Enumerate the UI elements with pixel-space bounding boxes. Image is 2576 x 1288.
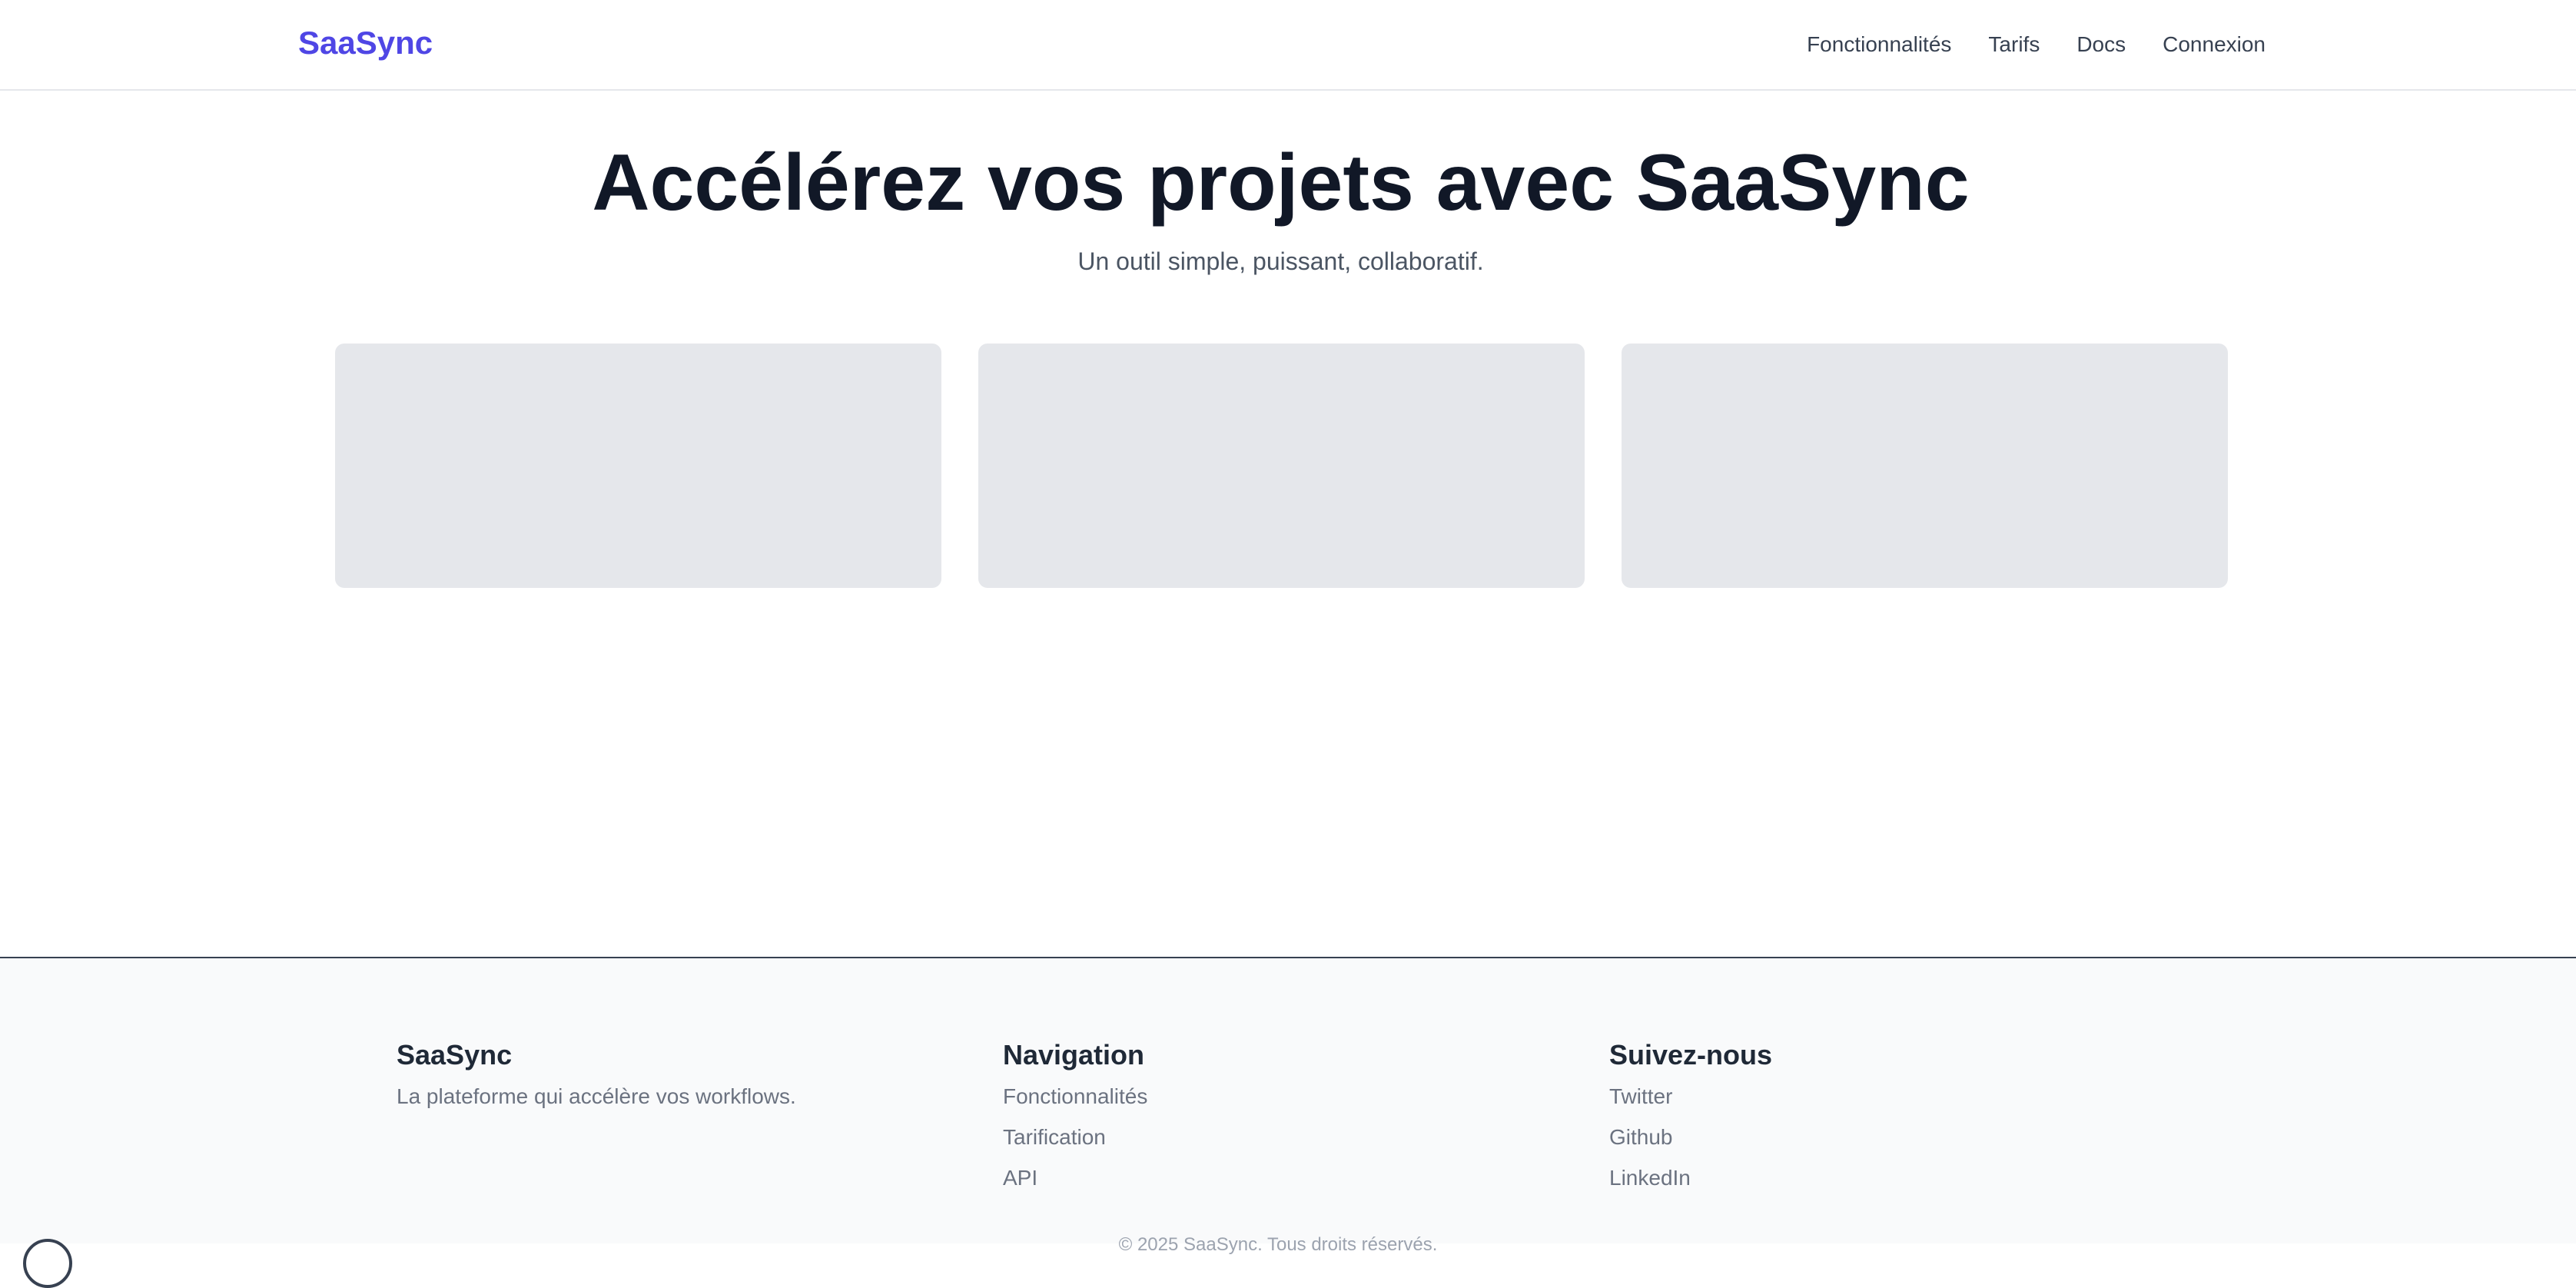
- list-item: Twitter: [1609, 1083, 1772, 1114]
- feature-card-placeholder: [1622, 344, 2228, 588]
- floating-widget-icon[interactable]: [23, 1239, 72, 1288]
- list-item: LinkedIn: [1609, 1164, 1772, 1196]
- footer-link-api[interactable]: API: [1003, 1166, 1037, 1190]
- nav-link-pricing[interactable]: Tarifs: [1988, 31, 2040, 58]
- footer-copyright: © 2025 SaaSync. Tous droits réservés.: [1118, 1234, 1438, 1255]
- footer-about-description: La plateforme qui accélère vos workflows…: [397, 1084, 796, 1108]
- feature-cards: [335, 344, 2228, 588]
- hero-subtitle: Un outil simple, puissant, collaboratif.: [1077, 247, 1484, 275]
- site-footer: SaaSync La plateforme qui accélère vos w…: [0, 957, 2576, 1255]
- list-item: Fonctionnalités: [1003, 1083, 1147, 1114]
- footer-social-list: Twitter Github LinkedIn: [1609, 1083, 1772, 1196]
- footer-navigation-title: Navigation: [1003, 1039, 1145, 1071]
- feature-card-placeholder: [978, 344, 1585, 588]
- main-nav: Fonctionnalités Tarifs Docs Connexion: [1807, 31, 2266, 58]
- footer-social-column: Suivez-nous Twitter Github LinkedIn: [1609, 1038, 1772, 1205]
- footer-navigation-column: Navigation Fonctionnalités Tarification …: [1003, 1038, 1147, 1205]
- feature-card-placeholder: [335, 344, 941, 588]
- list-item: API: [1003, 1164, 1147, 1196]
- footer-navigation-list: Fonctionnalités Tarification API: [1003, 1083, 1147, 1196]
- footer-link-linkedin[interactable]: LinkedIn: [1609, 1166, 1691, 1190]
- footer-link-twitter[interactable]: Twitter: [1609, 1084, 1672, 1108]
- footer-social-title: Suivez-nous: [1609, 1039, 1773, 1071]
- footer-about-title: SaaSync: [397, 1039, 513, 1071]
- hero-title: Accélérez vos projets avec SaaSync: [592, 138, 1970, 227]
- footer-link-pricing[interactable]: Tarification: [1003, 1125, 1106, 1149]
- footer-about-column: SaaSync La plateforme qui accélère vos w…: [397, 1038, 796, 1110]
- top-header: SaaSync Fonctionnalités Tarifs Docs Conn…: [0, 0, 2576, 91]
- list-item: Github: [1609, 1124, 1772, 1155]
- nav-link-features[interactable]: Fonctionnalités: [1807, 31, 1951, 58]
- list-item: Tarification: [1003, 1124, 1147, 1155]
- footer-link-features[interactable]: Fonctionnalités: [1003, 1084, 1147, 1108]
- nav-link-login[interactable]: Connexion: [2163, 31, 2266, 58]
- nav-link-docs[interactable]: Docs: [2076, 31, 2126, 58]
- footer-link-github[interactable]: Github: [1609, 1125, 1673, 1149]
- brand-logo-link[interactable]: SaaSync: [298, 25, 433, 61]
